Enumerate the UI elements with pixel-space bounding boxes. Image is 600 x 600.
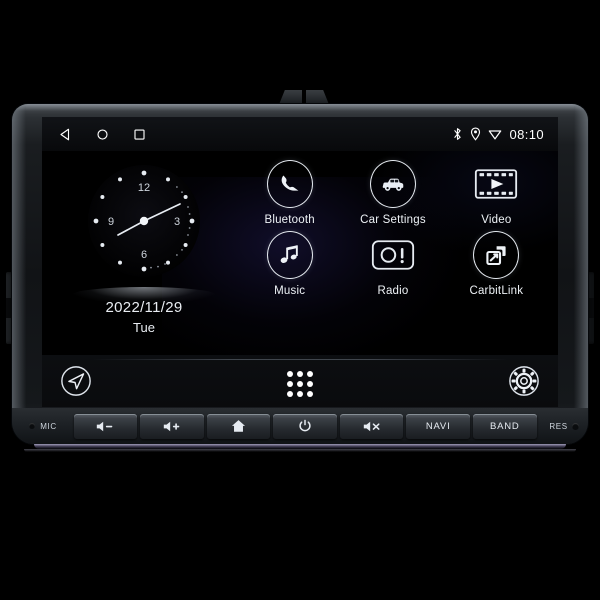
screen-dock xyxy=(42,355,558,407)
mic-hole-icon xyxy=(29,423,36,429)
app-drawer-icon[interactable] xyxy=(287,371,313,397)
app-grid: Bluetooth Car Settings Video Music Radio… xyxy=(238,160,548,297)
location-icon xyxy=(470,127,481,141)
volume-down-icon xyxy=(95,420,115,433)
app-bluetooth[interactable]: Bluetooth xyxy=(238,160,341,226)
navigation-arrow-icon[interactable] xyxy=(60,365,92,402)
band-key[interactable]: BAND xyxy=(472,413,537,439)
status-clock: 08:10 xyxy=(509,126,544,142)
mic-label: MIC xyxy=(40,421,57,431)
clock-date-block: 2022/11/29 Tue xyxy=(64,299,224,335)
power-key[interactable] xyxy=(273,413,337,439)
app-label: Bluetooth xyxy=(264,214,315,226)
mute-icon xyxy=(362,420,382,433)
app-video[interactable]: Video xyxy=(445,161,548,226)
bluetooth-phone-icon xyxy=(266,160,313,208)
app-label: Car Settings xyxy=(360,214,426,226)
bluetooth-icon xyxy=(452,127,463,141)
app-carbitlink[interactable]: CarbitLink xyxy=(445,231,548,297)
band-key-label: BAND xyxy=(489,420,520,432)
status-icons: 08:10 xyxy=(452,127,544,142)
radio-icon xyxy=(370,232,416,278)
reset-hole-icon[interactable] xyxy=(571,422,579,430)
clock-face-svg: 12 3 6 9 xyxy=(88,165,200,277)
power-icon xyxy=(298,419,312,433)
app-music[interactable]: Music xyxy=(238,231,341,297)
app-label: CarbitLink xyxy=(469,285,524,297)
reset-area[interactable]: RES xyxy=(538,414,588,438)
svg-text:3: 3 xyxy=(174,216,180,228)
status-bar: 08:10 xyxy=(42,117,558,151)
volume-up-key[interactable] xyxy=(140,413,204,439)
home-key[interactable] xyxy=(206,413,271,439)
wifi-icon xyxy=(488,128,502,141)
microphone: MIC xyxy=(14,414,72,438)
bezel-right xyxy=(574,106,588,420)
svg-text:9: 9 xyxy=(108,216,114,228)
app-label: Radio xyxy=(377,285,409,297)
app-label: Video xyxy=(481,214,512,226)
home-icon[interactable] xyxy=(95,127,110,142)
volume-down-key[interactable] xyxy=(73,413,138,439)
app-car-settings[interactable]: Car Settings xyxy=(341,160,444,226)
hardware-button-strip: MIC NAVI BAND RES xyxy=(12,408,588,444)
android-nav-buttons xyxy=(58,127,147,142)
navi-key-label: NAVI xyxy=(425,420,451,432)
music-note-icon xyxy=(266,231,313,279)
screenshot-root: 08:10 12 3 6 9 2022/11/29 Tue Bluetooth … xyxy=(0,0,600,600)
lcd-screen[interactable]: 08:10 12 3 6 9 2022/11/29 Tue Bluetooth … xyxy=(42,117,558,407)
recents-icon[interactable] xyxy=(132,127,147,142)
bottom-reflection-strip-secondary xyxy=(24,449,576,452)
clock-weekday: Tue xyxy=(133,320,155,335)
film-play-icon xyxy=(473,161,519,207)
clock-date: 2022/11/29 xyxy=(105,299,183,316)
reset-label: RES xyxy=(549,421,568,431)
app-label: Music xyxy=(274,285,306,297)
analog-clock-dial: 12 3 6 9 xyxy=(86,163,202,279)
carbitlink-icon xyxy=(473,231,520,279)
head-unit-body: 08:10 12 3 6 9 2022/11/29 Tue Bluetooth … xyxy=(12,104,588,444)
mute-key[interactable] xyxy=(339,413,404,439)
svg-text:6: 6 xyxy=(141,249,147,261)
car-icon xyxy=(369,160,416,208)
svg-text:12: 12 xyxy=(138,182,150,194)
navi-key[interactable]: NAVI xyxy=(406,413,470,439)
gear-icon[interactable] xyxy=(508,365,540,402)
back-icon[interactable] xyxy=(58,127,73,142)
app-radio[interactable]: Radio xyxy=(341,232,444,297)
home-key-icon xyxy=(231,419,246,433)
clock-widget[interactable]: 12 3 6 9 2022/11/29 Tue xyxy=(64,163,224,343)
bezel-left xyxy=(12,106,26,420)
volume-up-icon xyxy=(162,420,182,433)
